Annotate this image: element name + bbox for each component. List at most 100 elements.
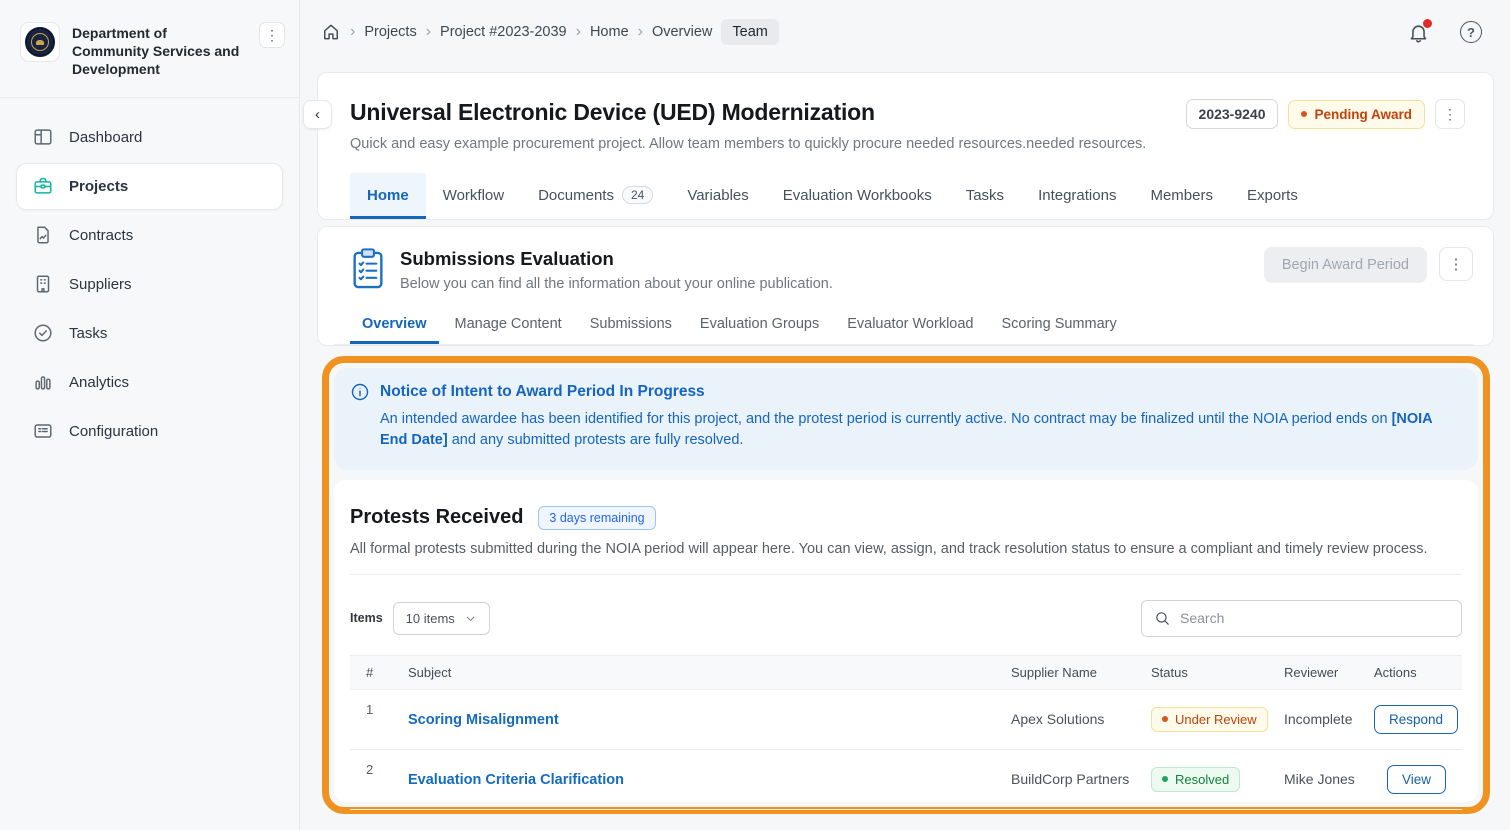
sidebar-item-label: Configuration: [69, 423, 158, 440]
department-seal-icon: [25, 27, 55, 57]
breadcrumb-current-team[interactable]: Team: [721, 19, 778, 45]
search-input[interactable]: [1180, 610, 1449, 626]
sidebar: Department of Community Services and Dev…: [0, 0, 300, 830]
table-row: 1 Scoring Misalignment Apex Solutions Un…: [350, 689, 1462, 749]
sidebar-item-label: Contracts: [69, 227, 133, 244]
sidebar-item-label: Projects: [69, 178, 128, 195]
protests-title: Protests Received: [350, 506, 523, 529]
bar-chart-icon: [32, 371, 54, 393]
notice-title: Notice of Intent to Award Period In Prog…: [380, 383, 705, 401]
sidebar-item-tasks[interactable]: Tasks: [16, 310, 283, 357]
documents-count-badge: 24: [622, 186, 653, 204]
breadcrumb-projects[interactable]: Projects: [364, 24, 416, 40]
respond-button[interactable]: Respond: [1374, 705, 1458, 734]
check-circle-icon: [32, 322, 54, 344]
col-header-subject: Subject: [400, 655, 1003, 689]
search-icon: [1154, 610, 1171, 627]
clipboard-checklist-icon: [350, 247, 386, 290]
col-header-actions: Actions: [1366, 655, 1462, 689]
breadcrumb-project-id[interactable]: Project #2023-2039: [440, 24, 567, 40]
breadcrumb-separator: ›: [426, 23, 431, 41]
col-header-status: Status: [1143, 655, 1276, 689]
org-menu-button[interactable]: ⋮: [259, 22, 285, 48]
section-title: Submissions Evaluation: [400, 248, 833, 270]
sidebar-item-contracts[interactable]: Contracts: [16, 212, 283, 259]
collapse-sidebar-button[interactable]: ‹: [303, 100, 332, 129]
subtab-overview[interactable]: Overview: [350, 306, 439, 344]
status-badge-resolved: Resolved: [1151, 767, 1240, 792]
col-header-num: #: [350, 655, 400, 689]
configuration-icon: [32, 420, 54, 442]
divider: [350, 574, 1462, 575]
briefcase-icon: [32, 175, 54, 197]
breadcrumb-home[interactable]: Home: [590, 24, 629, 40]
home-icon[interactable]: [321, 22, 341, 42]
sidebar-item-projects[interactable]: Projects: [16, 163, 283, 210]
tab-integrations[interactable]: Integrations: [1021, 173, 1133, 219]
tab-documents[interactable]: Documents 24: [521, 173, 670, 219]
sidebar-item-configuration[interactable]: Configuration: [16, 408, 283, 455]
topbar: › Projects › Project #2023-2039 › Home ›…: [300, 0, 1510, 64]
building-icon: [32, 273, 54, 295]
tab-variables[interactable]: Variables: [670, 173, 765, 219]
subtab-submissions[interactable]: Submissions: [578, 306, 684, 344]
search-box[interactable]: [1141, 600, 1462, 637]
noia-notice-banner: Notice of Intent to Award Period In Prog…: [334, 368, 1478, 470]
tab-evaluation-workbooks[interactable]: Evaluation Workbooks: [766, 173, 949, 219]
row-number: 2: [350, 749, 400, 809]
org-logo: [20, 22, 60, 62]
tab-tasks[interactable]: Tasks: [949, 173, 1021, 219]
org-name: Department of Community Services and Dev…: [72, 22, 247, 79]
project-description: Quick and easy example procurement proje…: [350, 136, 1465, 152]
content: ‹ Universal Electronic Device (UED) Mode…: [300, 64, 1510, 830]
begin-award-period-button[interactable]: Begin Award Period: [1264, 247, 1427, 283]
breadcrumb-overview[interactable]: Overview: [652, 24, 712, 40]
project-card: ‹ Universal Electronic Device (UED) Mode…: [317, 72, 1494, 220]
protests-received-card: Protests Received 3 days remaining All f…: [334, 480, 1478, 802]
protests-description: All formal protests submitted during the…: [350, 541, 1462, 557]
org-header: Department of Community Services and Dev…: [0, 0, 299, 98]
sidebar-item-dashboard[interactable]: Dashboard: [16, 114, 283, 161]
protests-table: # Subject Supplier Name Status Reviewer …: [350, 655, 1462, 810]
subtab-manage-content[interactable]: Manage Content: [443, 306, 574, 344]
info-icon: [350, 382, 370, 402]
help-icon[interactable]: ?: [1460, 21, 1482, 43]
breadcrumb-separator: ›: [350, 23, 355, 41]
highlight-region: Notice of Intent to Award Period In Prog…: [322, 356, 1490, 814]
status-badge-pending-award: Pending Award: [1288, 100, 1425, 129]
notice-body: An intended awardee has been identified …: [380, 409, 1456, 452]
subtab-evaluation-groups[interactable]: Evaluation Groups: [688, 306, 831, 344]
sidebar-nav: Dashboard Projects Contracts Suppliers T…: [0, 98, 299, 471]
sidebar-item-label: Tasks: [69, 325, 107, 342]
notifications-bell-icon[interactable]: [1407, 21, 1430, 44]
sidebar-item-analytics[interactable]: Analytics: [16, 359, 283, 406]
sidebar-item-suppliers[interactable]: Suppliers: [16, 261, 283, 308]
items-per-page-select[interactable]: 10 items: [393, 602, 490, 635]
project-menu-button[interactable]: ⋮: [1435, 99, 1465, 129]
sidebar-item-label: Dashboard: [69, 129, 142, 146]
tab-home[interactable]: Home: [350, 173, 426, 219]
tab-workflow[interactable]: Workflow: [426, 173, 521, 219]
submissions-evaluation-card: Submissions Evaluation Below you can fin…: [317, 226, 1494, 346]
items-label: Items: [350, 611, 383, 625]
days-remaining-badge: 3 days remaining: [538, 506, 655, 530]
tab-members[interactable]: Members: [1133, 173, 1230, 219]
sidebar-item-label: Analytics: [69, 374, 129, 391]
table-header-row: # Subject Supplier Name Status Reviewer …: [350, 655, 1462, 689]
page-title: Universal Electronic Device (UED) Modern…: [350, 99, 875, 126]
status-badge-under-review: Under Review: [1151, 707, 1268, 732]
status-dot: [1162, 716, 1168, 722]
protest-subject-link[interactable]: Evaluation Criteria Clarification: [408, 772, 624, 788]
tab-exports[interactable]: Exports: [1230, 173, 1315, 219]
supplier-name: BuildCorp Partners: [1003, 749, 1143, 809]
protest-subject-link[interactable]: Scoring Misalignment: [408, 712, 559, 728]
sidebar-item-label: Suppliers: [69, 276, 132, 293]
reviewer: Mike Jones: [1276, 749, 1366, 809]
view-button[interactable]: View: [1387, 765, 1446, 794]
evaluation-menu-button[interactable]: ⋮: [1439, 247, 1473, 281]
subtab-scoring-summary[interactable]: Scoring Summary: [990, 306, 1129, 344]
table-row: 2 Evaluation Criteria Clarification Buil…: [350, 749, 1462, 809]
supplier-name: Apex Solutions: [1003, 689, 1143, 749]
reviewer: Incomplete: [1276, 689, 1366, 749]
subtab-evaluator-workload[interactable]: Evaluator Workload: [835, 306, 985, 344]
